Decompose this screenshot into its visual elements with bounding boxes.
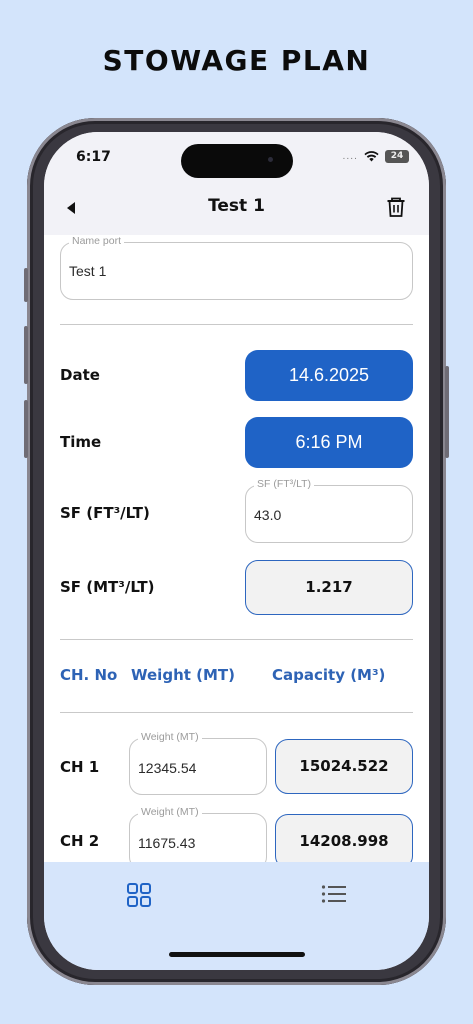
column-header-ch-no: CH. No bbox=[60, 666, 118, 684]
phone-frame: 6:17 .... 24 Test 1 Name port Test 1 Dat… bbox=[24, 118, 449, 985]
volume-up-button bbox=[24, 326, 28, 384]
name-port-label: Name port bbox=[69, 235, 125, 247]
status-indicators: .... 24 bbox=[343, 150, 409, 163]
grid-icon[interactable] bbox=[126, 882, 152, 908]
action-button bbox=[24, 268, 28, 302]
header: 6:17 .... 24 Test 1 bbox=[44, 132, 429, 235]
power-button bbox=[445, 366, 449, 458]
date-picker-button[interactable]: 14.6.2025 bbox=[245, 350, 413, 401]
capacity-value: 15024.522 bbox=[275, 739, 413, 794]
home-indicator[interactable] bbox=[169, 952, 305, 957]
dynamic-island bbox=[181, 144, 293, 178]
list-icon[interactable] bbox=[321, 884, 347, 904]
status-time: 6:17 bbox=[76, 149, 111, 165]
sf-mt-label: SF (MT³/LT) bbox=[60, 578, 155, 596]
sf-mt-value: 1.217 bbox=[245, 560, 413, 615]
weight-value: 11675.43 bbox=[138, 835, 196, 851]
date-label: Date bbox=[60, 366, 100, 384]
weight-field-label: Weight (MT) bbox=[138, 806, 202, 818]
sf-ft-label: SF (FT³/LT) bbox=[60, 504, 150, 522]
divider bbox=[60, 712, 413, 713]
capacity-value: 14208.998 bbox=[275, 814, 413, 869]
sf-ft-field[interactable]: SF (FT³/LT) 43.0 bbox=[245, 478, 413, 543]
volume-down-button bbox=[24, 400, 28, 458]
page-title: Test 1 bbox=[208, 196, 265, 216]
column-header-capacity: Capacity (M³) bbox=[272, 666, 386, 684]
sf-ft-value: 43.0 bbox=[254, 507, 282, 523]
name-port-field[interactable]: Name port Test 1 bbox=[60, 235, 413, 300]
ch-label: CH 1 bbox=[60, 758, 100, 776]
name-port-value: Test 1 bbox=[69, 263, 107, 279]
divider bbox=[60, 324, 413, 325]
wifi-icon bbox=[364, 151, 379, 162]
weight-field-label: Weight (MT) bbox=[138, 731, 202, 743]
time-label: Time bbox=[60, 433, 102, 451]
promo-title: STOWAGE PLAN bbox=[102, 44, 371, 77]
divider bbox=[60, 639, 413, 640]
weight-value: 12345.54 bbox=[138, 760, 197, 776]
battery-icon: 24 bbox=[385, 150, 409, 163]
app-screen: 6:17 .... 24 Test 1 Name port Test 1 Dat… bbox=[44, 132, 429, 970]
weight-field[interactable]: Weight (MT) 12345.54 bbox=[129, 731, 267, 795]
column-header-weight: Weight (MT) bbox=[131, 666, 236, 684]
sf-ft-field-label: SF (FT³/LT) bbox=[254, 478, 315, 490]
signal-icon: .... bbox=[342, 151, 358, 162]
time-picker-button[interactable]: 6:16 PM bbox=[245, 417, 413, 468]
ch-label: CH 2 bbox=[60, 832, 100, 850]
trash-icon[interactable] bbox=[385, 196, 407, 218]
